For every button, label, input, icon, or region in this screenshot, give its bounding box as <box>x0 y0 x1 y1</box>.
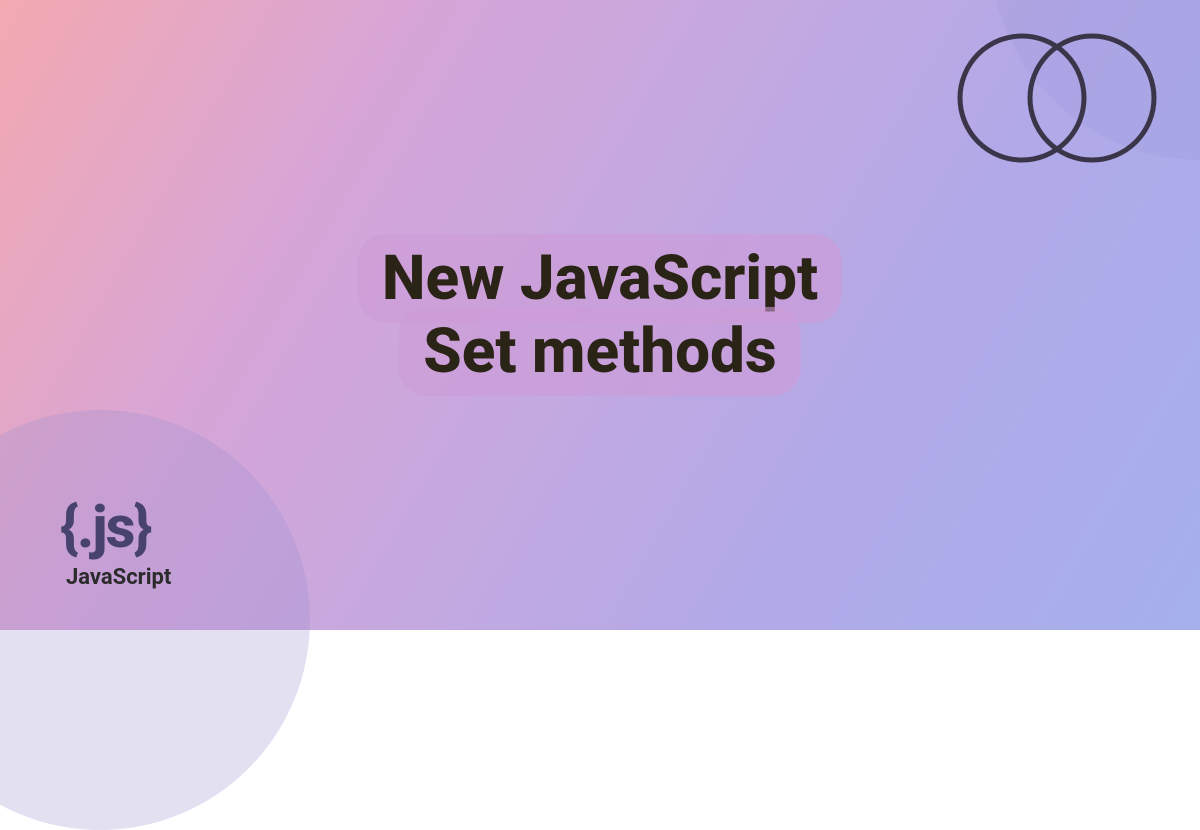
hero-banner: New JavaScript Set methods {.js} JavaScr… <box>0 0 1200 630</box>
decorative-circle-bottom-left <box>0 410 310 830</box>
venn-diagram-icon <box>952 28 1162 168</box>
js-logo-icon: {.js} <box>60 499 171 557</box>
logo-label: JavaScript <box>66 565 171 590</box>
title-container: New JavaScript Set methods <box>358 242 842 388</box>
logo-block: {.js} JavaScript <box>60 499 171 590</box>
page-title-line-2: Set methods <box>399 307 801 396</box>
